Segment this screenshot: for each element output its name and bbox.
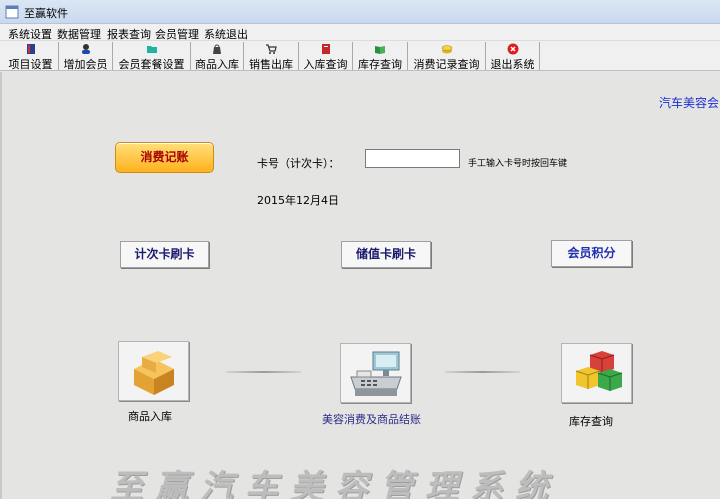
consumption-record-button[interactable]: 消费记账	[115, 142, 214, 173]
stock-in-label: 商品入库	[128, 410, 172, 423]
toolbar-add-member-button[interactable]: 增加会员	[59, 42, 113, 71]
menu-data-management[interactable]: 数据管理	[57, 26, 101, 42]
folder-icon	[146, 46, 157, 53]
current-date: 2015年12月4日	[257, 194, 339, 207]
cash-register-icon	[349, 351, 402, 396]
book-red-icon	[321, 44, 330, 54]
window-title: 至赢软件	[24, 7, 68, 20]
coins-icon	[441, 45, 452, 54]
bag-icon	[213, 44, 221, 54]
toolbar-stock-in-button[interactable]: 商品入库	[191, 42, 244, 71]
menu-bar: 系统设置 数据管理 报表查询 会员管理 系统退出	[0, 24, 720, 41]
inventory-query-tile[interactable]	[561, 343, 632, 403]
checkout-tile[interactable]	[340, 343, 411, 403]
stock-in-tile[interactable]	[118, 341, 189, 401]
toolbar-exit-button[interactable]: 退出系统	[486, 42, 540, 71]
stored-value-card-swipe-button[interactable]: 储值卡刷卡	[341, 241, 431, 268]
toolbar-project-settings-button[interactable]: 项目设置	[3, 42, 59, 71]
app-icon	[5, 5, 19, 19]
colored-boxes-icon	[575, 351, 622, 391]
toolbar-stock-in-query-button[interactable]: 入库查询	[299, 42, 353, 71]
toolbar: 项目设置 增加会员 会员套餐设置 商品入库 销售出库 入库查询 库存查询 消费记…	[0, 41, 720, 71]
checkout-label: 美容消费及商品结账	[322, 413, 421, 426]
close-icon	[507, 43, 518, 55]
toolbar-consumption-record-query-button[interactable]: 消费记录查询	[408, 42, 486, 71]
inventory-query-label: 库存查询	[569, 415, 613, 428]
title-bar: 至赢软件	[0, 0, 720, 24]
add-member-icon	[81, 44, 90, 54]
cart-icon	[266, 44, 277, 54]
marquee-text: 汽车美容会	[659, 96, 720, 110]
menu-report-query[interactable]: 报表查询	[107, 26, 151, 42]
card-number-input[interactable]	[365, 149, 460, 168]
card-number-hint: 手工输入卡号时按回车键	[468, 159, 568, 169]
toolbar-inventory-query-button[interactable]: 库存查询	[353, 42, 408, 71]
brand-watermark: 至赢汽车美容管理系统	[110, 467, 560, 499]
package-box-icon	[133, 351, 174, 395]
count-card-swipe-button[interactable]: 计次卡刷卡	[120, 241, 209, 268]
book-icon	[26, 44, 35, 54]
menu-system-exit[interactable]: 系统退出	[204, 26, 248, 42]
menu-member-management[interactable]: 会员管理	[155, 26, 199, 42]
connector-line	[445, 371, 520, 373]
menu-system-settings[interactable]: 系统设置	[8, 26, 52, 42]
main-panel: 汽车美容会 消费记账 卡号（计次卡）： 手工输入卡号时按回车键 2015年12月…	[0, 72, 720, 499]
toolbar-sales-out-button[interactable]: 销售出库	[244, 42, 299, 71]
connector-line	[226, 371, 301, 373]
card-number-label: 卡号（计次卡）：	[257, 157, 340, 170]
member-points-button[interactable]: 会员积分	[551, 240, 632, 267]
toolbar-member-package-button[interactable]: 会员套餐设置	[113, 42, 191, 71]
open-book-icon	[375, 46, 385, 54]
